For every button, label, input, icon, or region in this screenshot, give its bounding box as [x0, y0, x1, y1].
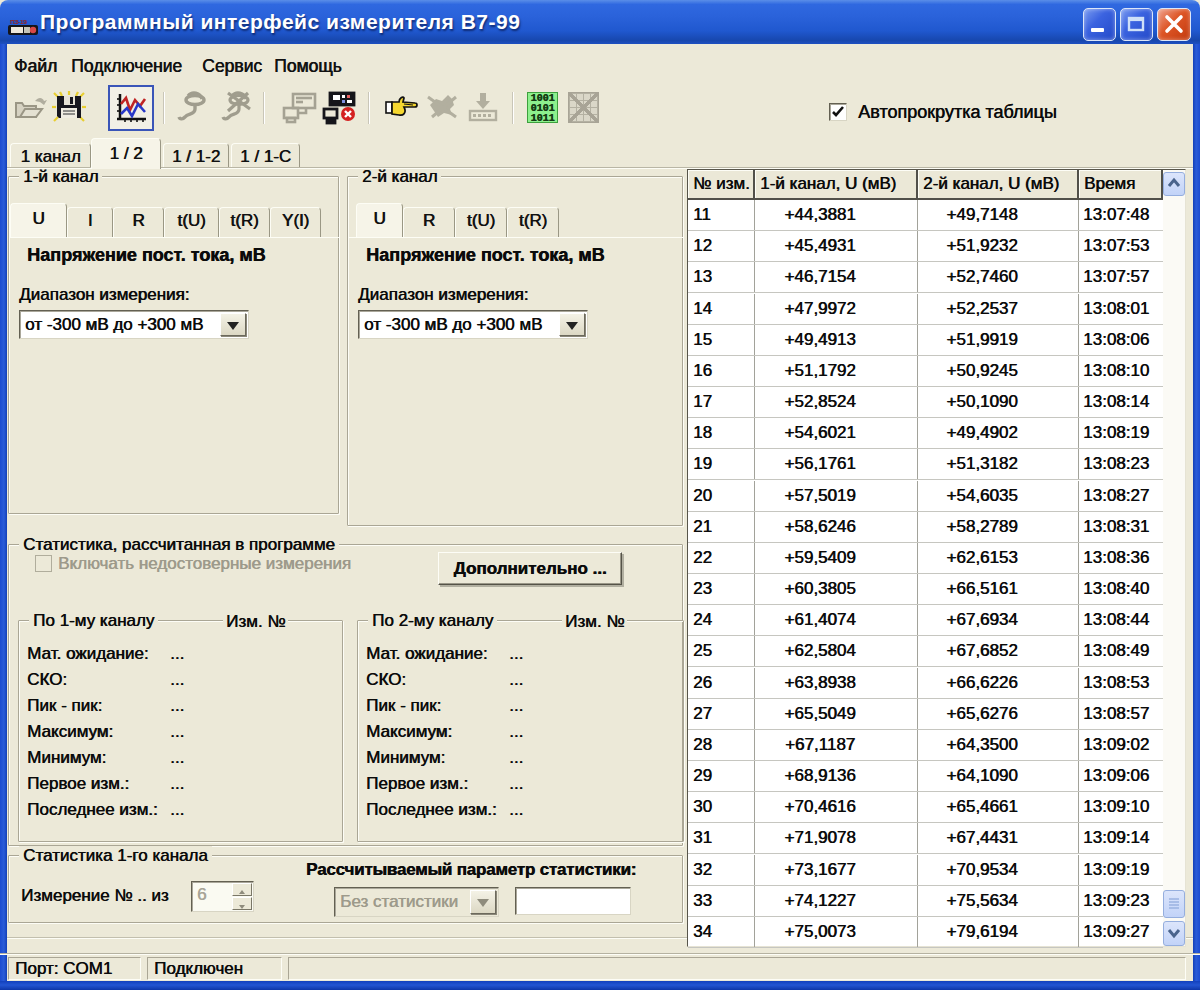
svg-text:ПЗ-19: ПЗ-19 [10, 19, 27, 25]
